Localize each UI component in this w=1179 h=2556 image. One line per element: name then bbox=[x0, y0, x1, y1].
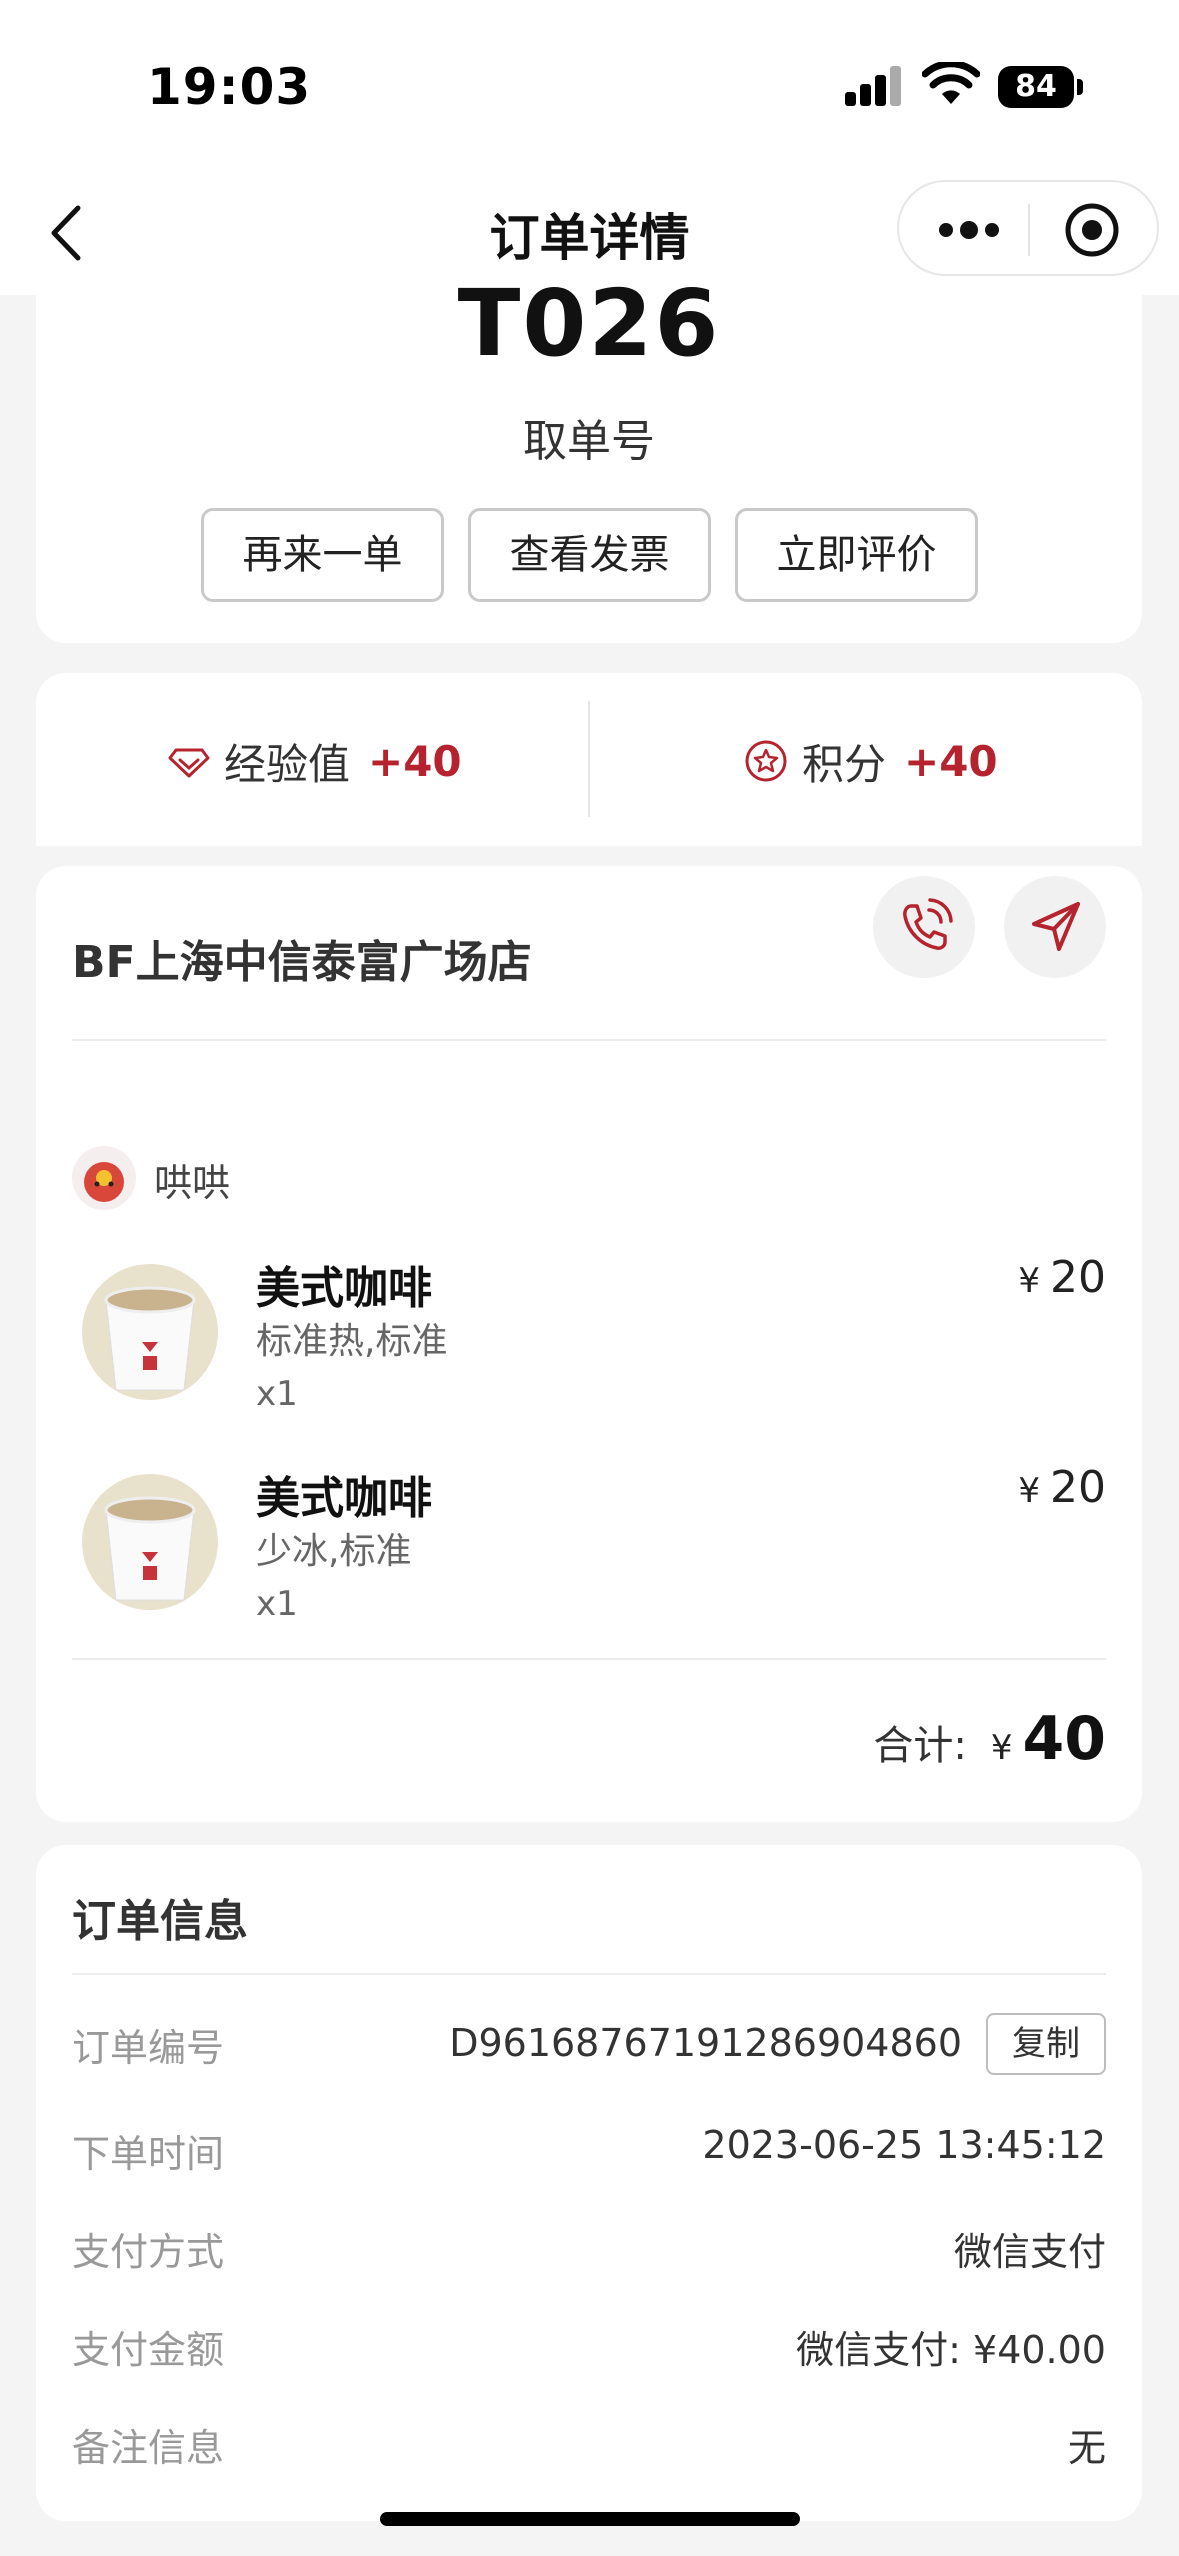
navigate-store-button[interactable] bbox=[1004, 876, 1106, 978]
rewards-divider bbox=[588, 701, 590, 817]
order-info-title: 订单信息 bbox=[72, 1896, 248, 1947]
status-bar: 19:03 84 bbox=[0, 0, 1179, 170]
total-value: 40 bbox=[1022, 1704, 1107, 1774]
battery-nub bbox=[1077, 79, 1083, 95]
payment-method-value: 微信支付 bbox=[953, 2230, 1106, 2274]
phone-icon bbox=[903, 898, 953, 950]
order-number-value: D961687671912869048​60 bbox=[449, 2021, 962, 2065]
remarks-value: 无 bbox=[1067, 2426, 1106, 2470]
battery-indicator: 84 bbox=[998, 66, 1074, 108]
copy-button[interactable]: 复制 bbox=[986, 2013, 1106, 2075]
avatar bbox=[72, 1146, 136, 1210]
more-icon[interactable] bbox=[937, 210, 1001, 250]
pickup-code: T026 bbox=[457, 270, 721, 377]
divider bbox=[72, 1973, 1106, 1975]
item-spec: 少冰,标准 bbox=[256, 1531, 412, 1572]
divider bbox=[72, 1039, 1106, 1041]
order-number-label: 订单编号 bbox=[72, 2026, 225, 2070]
rewards-card: 经验值 +40 积分 +40 bbox=[36, 673, 1142, 846]
item-name: 美式咖啡 bbox=[256, 1473, 432, 1524]
item-name: 美式咖啡 bbox=[256, 1263, 432, 1314]
order-total: 合计: ¥ 40 bbox=[873, 1704, 1106, 1774]
close-miniprogram-icon[interactable] bbox=[1062, 200, 1122, 260]
home-indicator bbox=[380, 2512, 800, 2526]
miniprogram-capsule bbox=[897, 180, 1159, 276]
wifi-icon bbox=[922, 62, 980, 104]
status-time: 19:03 bbox=[147, 58, 312, 116]
order-info-card: 订单信息 订单编号 D961687671912869048​60 复制 下单时间… bbox=[36, 1845, 1142, 2521]
order-time-label: 下单时间 bbox=[72, 2132, 225, 2176]
points-reward: 积分 +40 bbox=[744, 731, 998, 791]
reorder-button[interactable]: 再来一单 bbox=[201, 508, 444, 602]
divider bbox=[72, 1658, 1106, 1660]
call-store-button[interactable] bbox=[873, 876, 975, 978]
item-price: ¥20 bbox=[1018, 1462, 1106, 1513]
product-image bbox=[82, 1264, 218, 1400]
store-order-card: BF上海中信泰富广场店 哄哄 美式咖啡 标准热,标准 x1 ¥ 20 美式咖啡 … bbox=[36, 866, 1142, 1822]
exp-label: 经验值 bbox=[224, 739, 351, 789]
rate-now-button[interactable]: 立即评价 bbox=[735, 508, 978, 602]
points-label: 积分 bbox=[802, 739, 887, 789]
payment-amount-label: 支付金额 bbox=[72, 2328, 225, 2372]
product-image bbox=[82, 1474, 218, 1610]
item-qty: x1 bbox=[256, 1374, 298, 1414]
user-name: 哄哄 bbox=[154, 1161, 231, 1205]
view-invoice-button[interactable]: 查看发票 bbox=[468, 508, 711, 602]
star-badge-icon bbox=[745, 740, 787, 782]
item-qty: x1 bbox=[256, 1584, 298, 1624]
payment-method-label: 支付方式 bbox=[72, 2230, 225, 2274]
pickup-label: 取单号 bbox=[523, 416, 655, 467]
store-name: BF上海中信泰富广场店 bbox=[72, 937, 532, 988]
item-spec: 标准热,标准 bbox=[256, 1321, 448, 1362]
points-value: +40 bbox=[904, 736, 998, 786]
diamond-icon bbox=[168, 748, 210, 778]
navigation-icon bbox=[1032, 902, 1080, 951]
order-time-value: 2023-06-25 13:45:12 bbox=[702, 2123, 1106, 2167]
total-label: 合计: bbox=[873, 1723, 967, 1769]
cellular-signal-icon bbox=[845, 66, 903, 106]
exp-reward: 经验值 +40 bbox=[168, 731, 462, 791]
remarks-label: 备注信息 bbox=[72, 2426, 225, 2470]
total-currency: ¥ bbox=[990, 1728, 1013, 1768]
capsule-divider bbox=[1028, 204, 1030, 256]
item-price: ¥20 bbox=[1018, 1252, 1106, 1303]
payment-amount-value: 微信支付: ¥40.00 bbox=[796, 2328, 1106, 2372]
exp-value: +40 bbox=[368, 736, 462, 786]
pickup-card: T026 取单号 再来一单 查看发票 立即评价 bbox=[36, 270, 1142, 643]
